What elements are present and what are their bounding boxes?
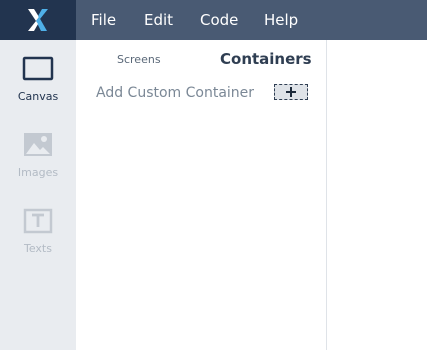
app-logo[interactable]	[0, 0, 76, 40]
text-icon	[23, 208, 53, 234]
add-container-button[interactable]	[274, 84, 308, 100]
add-custom-container-label: Add Custom Container	[96, 85, 255, 101]
tool-images-label: Images	[17, 166, 59, 179]
tool-canvas-label: Canvas	[17, 90, 59, 103]
tool-sidebar: Canvas Images Texts	[0, 40, 76, 350]
image-icon	[24, 133, 52, 156]
plus-icon	[286, 87, 296, 97]
menu-file[interactable]: File	[91, 0, 116, 40]
tab-screens[interactable]: Screens	[117, 53, 161, 66]
tool-texts[interactable]: Texts	[0, 208, 76, 255]
tool-canvas[interactable]: Canvas	[0, 56, 76, 103]
menu-edit[interactable]: Edit	[144, 0, 173, 40]
top-menu-bar: File Edit Code Help	[0, 0, 427, 40]
canvas-workspace[interactable]	[327, 40, 427, 350]
logo-x-icon	[28, 9, 48, 31]
tab-containers[interactable]: Containers	[220, 50, 312, 68]
containers-panel: Screens Containers Add Custom Container	[76, 40, 326, 350]
tool-images[interactable]: Images	[0, 132, 76, 179]
tool-texts-label: Texts	[24, 242, 52, 255]
canvas-icon	[22, 56, 54, 81]
menu-help[interactable]: Help	[264, 0, 298, 40]
menu-code[interactable]: Code	[200, 0, 238, 40]
